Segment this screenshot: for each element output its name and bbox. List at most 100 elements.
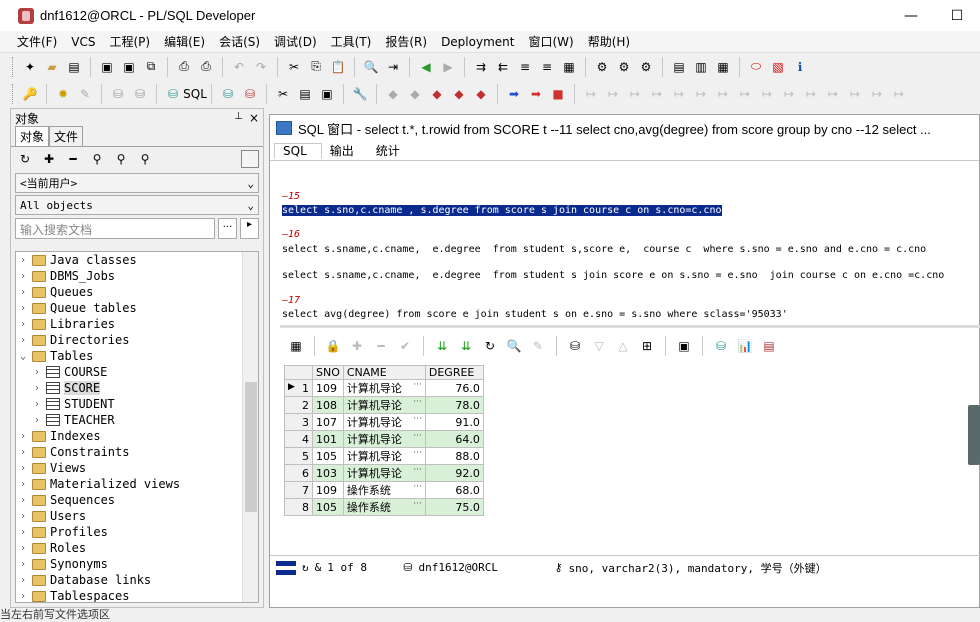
compile-icon[interactable]: ✹ <box>53 84 73 104</box>
refresh-results-icon[interactable]: ↻ <box>480 336 500 356</box>
tab-output[interactable]: 输出 <box>322 142 368 159</box>
fetch-last-icon[interactable]: ⇊ <box>456 336 476 356</box>
post-changes-icon[interactable]: ✔ <box>395 336 415 356</box>
chevron-right-icon[interactable]: › <box>16 287 30 298</box>
info-icon[interactable]: ℹ <box>790 57 810 77</box>
arrow-right-red-icon[interactable]: ➡ <box>526 84 546 104</box>
query-by-example-icon[interactable]: ⛁ <box>565 336 585 356</box>
tree-item[interactable]: › Sequences <box>16 492 258 508</box>
minimize-button[interactable]: — <box>888 0 934 31</box>
sql-icon[interactable]: SQL <box>183 84 207 104</box>
menu-project[interactable]: 工程(P) <box>103 33 158 50</box>
fetch-next-icon[interactable]: ⇊ <box>432 336 452 356</box>
tree-item[interactable]: › TEACHER <box>16 412 258 428</box>
cell-degree[interactable]: 91.0 <box>424 413 484 431</box>
back-icon[interactable]: ◀ <box>416 57 436 77</box>
evaluate-icon[interactable]: ↦ <box>779 84 799 104</box>
find-icon[interactable]: 🔍 <box>361 57 381 77</box>
refresh-icon[interactable]: ↻ <box>15 149 35 169</box>
lock-icon[interactable]: 🔒 <box>323 336 343 356</box>
chevron-right-icon[interactable]: › <box>16 575 30 586</box>
tree-item[interactable]: › Tablespaces <box>16 588 258 602</box>
print-preview-icon[interactable]: ⎙ <box>196 57 216 77</box>
cell-more-button[interactable]: ··· <box>413 397 422 407</box>
tree-item[interactable]: › Directories <box>16 332 258 348</box>
save-all-icon[interactable]: ⧉ <box>141 57 161 77</box>
cell-more-button[interactable]: ··· <box>413 414 422 424</box>
tree-item[interactable]: ⌄ Tables <box>16 348 258 364</box>
cell-sno[interactable]: 105 <box>312 447 344 465</box>
chart-icon[interactable]: 📊 <box>735 336 755 356</box>
cell-sno[interactable]: 107 <box>312 413 344 431</box>
pdf-icon[interactable]: ▧ <box>768 57 788 77</box>
window-tile-icon[interactable]: ▦ <box>713 57 733 77</box>
row-number[interactable]: 6 <box>284 464 313 482</box>
cell-degree[interactable]: 76.0 <box>424 379 484 397</box>
cell-more-button[interactable]: ··· <box>413 431 422 441</box>
print-icon[interactable]: ⎙ <box>174 57 194 77</box>
table-row[interactable]: 2 108 计算机导论 ··· 78.0 <box>284 396 484 414</box>
tree-item[interactable]: › Synonyms <box>16 556 258 572</box>
watch-icon[interactable]: ↦ <box>757 84 777 104</box>
cell-sno[interactable]: 105 <box>312 498 344 516</box>
new-icon[interactable]: ✦ <box>20 57 40 77</box>
user-combo[interactable]: <当前用户> ⌄ <box>15 173 259 193</box>
chevron-right-icon[interactable]: › <box>30 383 44 394</box>
menu-reports[interactable]: 报告(R) <box>378 33 434 50</box>
step-into-icon[interactable]: ↦ <box>603 84 623 104</box>
cell-more-button[interactable]: ··· <box>413 380 422 390</box>
copy-icon[interactable]: ⎘ <box>306 57 326 77</box>
report-icon[interactable]: ▤ <box>295 84 315 104</box>
menu-debug[interactable]: 调试(D) <box>267 33 324 50</box>
table-row[interactable]: ▶ 1 109 计算机导论 ··· 76.0 <box>284 379 484 397</box>
chevron-right-icon[interactable]: › <box>16 335 30 346</box>
tree-item[interactable]: › Queue tables <box>16 300 258 316</box>
forward-icon[interactable]: ▶ <box>438 57 458 77</box>
paste-icon[interactable]: 📋 <box>328 57 348 77</box>
save-as-icon[interactable]: ▣ <box>119 57 139 77</box>
menu-vcs[interactable]: VCS <box>64 35 102 49</box>
editor-result-splitter[interactable] <box>280 325 980 328</box>
search-button[interactable]: ... <box>218 218 237 239</box>
step-over-icon[interactable]: ↦ <box>625 84 645 104</box>
cell-more-button[interactable]: ··· <box>413 448 422 458</box>
column-header[interactable]: CNAME <box>342 365 426 380</box>
chevron-right-icon[interactable]: › <box>16 527 30 538</box>
options-icon[interactable]: ↦ <box>867 84 887 104</box>
table-row[interactable]: 5 105 计算机导论 ··· 88.0 <box>284 447 484 465</box>
tools-icon[interactable]: ✂ <box>273 84 293 104</box>
row-number[interactable]: 5 <box>284 447 313 465</box>
find-object-icon[interactable]: ⚲ <box>111 149 131 169</box>
more-icon[interactable]: ↦ <box>889 84 909 104</box>
menu-help[interactable]: 帮助(H) <box>581 33 637 50</box>
clear-icon[interactable]: ✎ <box>528 336 548 356</box>
explain-plan-icon[interactable]: ⚙ <box>614 57 634 77</box>
chevron-right-icon[interactable]: › <box>16 591 30 602</box>
row-number[interactable]: 7 <box>284 481 313 499</box>
tree-item[interactable]: › DBMS_Jobs <box>16 268 258 284</box>
filter-icon[interactable]: ⚲ <box>87 149 107 169</box>
tag5-icon[interactable]: ◆ <box>471 84 491 104</box>
tree-item[interactable]: › Database links <box>16 572 258 588</box>
undo-icon[interactable]: ↶ <box>229 57 249 77</box>
search-input[interactable]: 输入搜索文档 <box>15 218 215 239</box>
tab-files[interactable]: 文件 <box>49 126 84 146</box>
menu-file[interactable]: 文件(F) <box>10 33 64 50</box>
comment-icon[interactable]: ≡ <box>515 57 535 77</box>
cell-more-button[interactable]: ··· <box>413 482 422 492</box>
tree-item[interactable]: › Roles <box>16 540 258 556</box>
cell-sno[interactable]: 109 <box>312 379 344 397</box>
cell-cname[interactable]: 计算机导论 ··· <box>342 464 426 482</box>
stop-icon[interactable]: ⛁ <box>130 84 150 104</box>
tag4-icon[interactable]: ◆ <box>449 84 469 104</box>
chevron-right-icon[interactable]: › <box>16 319 30 330</box>
arrow-right-blue-icon[interactable]: ➡ <box>504 84 524 104</box>
previous-record-icon[interactable]: ▽ <box>589 336 609 356</box>
variables-icon[interactable]: ↦ <box>823 84 843 104</box>
menu-deployment[interactable]: Deployment <box>434 35 521 49</box>
column-header[interactable]: DEGREE <box>424 365 484 380</box>
column-header[interactable]: SNO <box>312 365 344 380</box>
menu-tools[interactable]: 工具(T) <box>324 33 379 50</box>
find-results-icon[interactable]: 🔍 <box>504 336 524 356</box>
settings-icon[interactable]: ⚲ <box>135 149 155 169</box>
